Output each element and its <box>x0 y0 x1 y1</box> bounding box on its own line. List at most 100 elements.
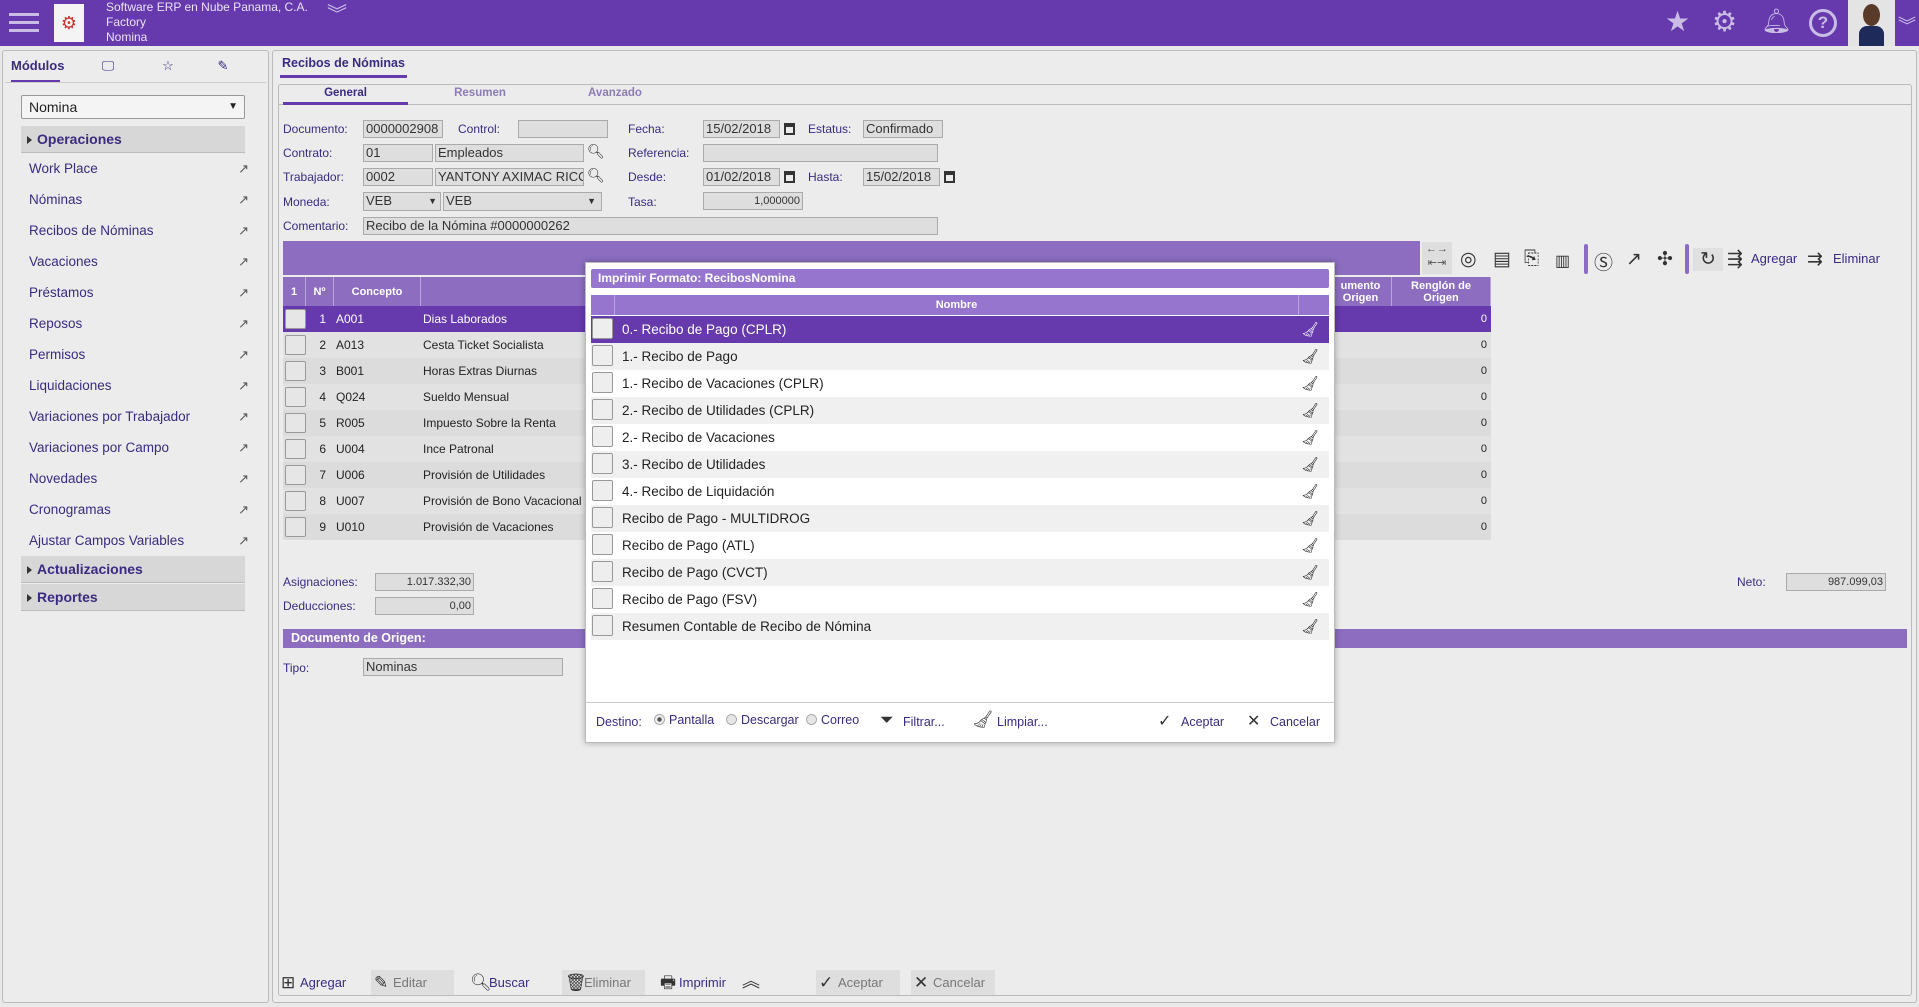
external-link-icon[interactable]: ↗ <box>238 378 249 394</box>
dollar-icon[interactable]: Ⓢ <box>1594 248 1613 275</box>
documento-field[interactable]: 0000002908 <box>363 120 443 138</box>
cancelar-dialog-button[interactable]: Cancelar <box>1270 715 1320 729</box>
row-checkbox[interactable] <box>285 491 306 511</box>
group-actualizaciones[interactable]: Actualizaciones <box>21 556 245 583</box>
tasa-field[interactable]: 1,000000 <box>703 192 803 210</box>
row-checkbox[interactable] <box>285 335 306 355</box>
external-link-icon[interactable]: ↗ <box>238 192 249 208</box>
check-icon[interactable]: ✓ <box>1158 711 1171 731</box>
row-checkbox[interactable] <box>592 588 613 609</box>
buscar-button[interactable]: 🔍︎ Buscar <box>467 970 543 995</box>
external-link-icon[interactable]: ↗ <box>1626 248 1642 271</box>
calendar-icon[interactable] <box>944 171 955 183</box>
broom-icon[interactable]: 🧹︎ <box>1301 505 1319 532</box>
star-icon[interactable]: ☆ <box>153 55 183 83</box>
limpiar-button[interactable]: Limpiar... <box>997 715 1048 729</box>
resize-columns-icon[interactable]: ←→ ⇤⇥ <box>1422 242 1452 274</box>
broom-icon[interactable]: 🧹︎ <box>1301 424 1319 451</box>
format-list-item[interactable]: Resumen Contable de Recibo de Nómina 🧹︎ <box>591 613 1329 640</box>
referencia-field[interactable] <box>703 144 938 162</box>
control-field[interactable] <box>518 120 608 138</box>
monitor-icon[interactable]: 🖵 <box>93 55 123 83</box>
row-checkbox[interactable] <box>592 426 613 447</box>
format-list-item[interactable]: 4.- Recibo de Liquidación 🧹︎ <box>591 478 1329 505</box>
barcode-icon[interactable]: ▥ <box>1555 251 1570 271</box>
format-list-item[interactable]: Recibo de Pago (FSV) 🧹︎ <box>591 586 1329 613</box>
sidebar-item[interactable]: Work Place ↗ <box>29 161 249 176</box>
chevron-up-icon[interactable]: ︽ <box>742 970 760 992</box>
format-list-item[interactable]: 1.- Recibo de Vacaciones (CPLR) 🧹︎ <box>591 370 1329 397</box>
moneda-select[interactable]: VEB ▼ <box>363 192 441 211</box>
sidebar-item[interactable]: Permisos ↗ <box>29 347 249 362</box>
sidebar-item[interactable]: Variaciones por Trabajador ↗ <box>29 409 249 424</box>
filtrar-button[interactable]: Filtrar... <box>903 715 945 729</box>
search-icon[interactable]: 🔍︎ <box>587 143 605 160</box>
fecha-field[interactable]: 15/02/2018 <box>703 120 780 138</box>
imprimir-button[interactable]: 🖶 Imprimir <box>657 970 737 995</box>
gear-icon[interactable]: ⚙ <box>1712 7 1737 37</box>
destino-radio[interactable]: Descargar <box>726 713 799 727</box>
eliminar-button[interactable]: 🗑︎ Eliminar <box>562 970 645 995</box>
broom-icon[interactable]: 🧹︎ <box>1301 343 1319 370</box>
external-link-icon[interactable]: ↗ <box>238 409 249 425</box>
row-checkbox[interactable] <box>285 361 306 381</box>
sidebar-item[interactable]: Cronogramas ↗ <box>29 502 249 517</box>
agregar-button[interactable]: ⊞ Agregar <box>278 970 354 995</box>
broom-icon[interactable]: 🧹︎ <box>1301 532 1319 559</box>
row-checkbox[interactable] <box>592 453 613 474</box>
row-checkbox[interactable] <box>592 561 613 582</box>
module-select[interactable]: Nomina ▼ <box>21 95 245 119</box>
row-checkbox[interactable] <box>285 465 306 485</box>
search-icon[interactable]: 🔍︎ <box>587 167 605 184</box>
external-link-icon[interactable]: ↗ <box>238 347 249 363</box>
refresh-icon[interactable]: ↻ <box>1693 248 1723 271</box>
external-link-icon[interactable]: ↗ <box>238 223 249 239</box>
user-circle-icon[interactable]: ◎ <box>1460 248 1477 271</box>
radio-icon[interactable] <box>726 714 737 725</box>
sidebar-item[interactable]: Reposos ↗ <box>29 316 249 331</box>
broom-icon[interactable]: 🧹︎ <box>1301 370 1319 397</box>
tab-recibos-de-nominas[interactable]: Recibos de Nóminas <box>280 56 407 78</box>
document-icon[interactable]: ▤ <box>1493 248 1511 271</box>
row-checkbox[interactable] <box>285 439 306 459</box>
external-link-icon[interactable]: ↗ <box>238 440 249 456</box>
broom-icon[interactable]: 🧹︎ <box>1301 559 1319 586</box>
chevron-down-icon[interactable]: ︾ <box>1898 12 1916 38</box>
row-checkbox[interactable] <box>285 387 306 407</box>
external-link-icon[interactable]: ↗ <box>238 285 249 301</box>
trabajador-name-field[interactable]: YANTONY AXIMAC RICO <box>435 168 584 186</box>
filter-icon[interactable]: ⏷ <box>880 710 894 730</box>
calendar-icon[interactable] <box>784 123 795 135</box>
moneda-name-select[interactable]: VEB ▼ <box>443 192 602 211</box>
group-reportes[interactable]: Reportes <box>21 584 245 611</box>
sidebar-item[interactable]: Variaciones por Campo ↗ <box>29 440 249 455</box>
puzzle-icon[interactable]: ✣ <box>1657 248 1673 271</box>
broom-icon[interactable]: 🧹︎ <box>1301 613 1319 640</box>
subtab-resumen[interactable]: Resumen <box>420 87 540 99</box>
expand-chevron-icon[interactable]: ︾ <box>327 5 347 25</box>
edit-icon[interactable]: ✎ <box>208 55 238 83</box>
group-operaciones[interactable]: Operaciones <box>21 126 245 153</box>
import-icon[interactable]: ⇶ <box>1727 248 1743 271</box>
subtab-general[interactable]: General <box>283 87 408 105</box>
calendar-icon[interactable] <box>784 171 795 183</box>
format-list-item[interactable]: 2.- Recibo de Vacaciones 🧹︎ <box>591 424 1329 451</box>
broom-icon[interactable]: 🧹︎ <box>1301 397 1319 424</box>
row-checkbox[interactable] <box>592 318 613 339</box>
row-checkbox[interactable] <box>592 534 613 555</box>
external-link-icon[interactable]: ↗ <box>238 502 249 518</box>
row-checkbox[interactable] <box>285 517 306 537</box>
sidebar-item[interactable]: Ajustar Campos Variables ↗ <box>29 533 249 548</box>
row-checkbox[interactable] <box>285 309 306 329</box>
eliminar-row-button[interactable]: Eliminar <box>1833 251 1880 266</box>
external-link-icon[interactable]: ↗ <box>238 471 249 487</box>
format-list-item[interactable]: Recibo de Pago - MULTIDROG 🧹︎ <box>591 505 1329 532</box>
format-list-item[interactable]: Recibo de Pago (CVCT) 🧹︎ <box>591 559 1329 586</box>
broom-icon[interactable]: 🧹︎ <box>1301 478 1319 505</box>
menu-icon[interactable] <box>0 0 46 46</box>
row-checkbox[interactable] <box>592 480 613 501</box>
sidebar-item[interactable]: Vacaciones ↗ <box>29 254 249 269</box>
close-icon[interactable]: ✕ <box>1247 711 1260 731</box>
export-icon[interactable]: ⇉ <box>1807 248 1823 271</box>
row-checkbox[interactable] <box>592 345 613 366</box>
